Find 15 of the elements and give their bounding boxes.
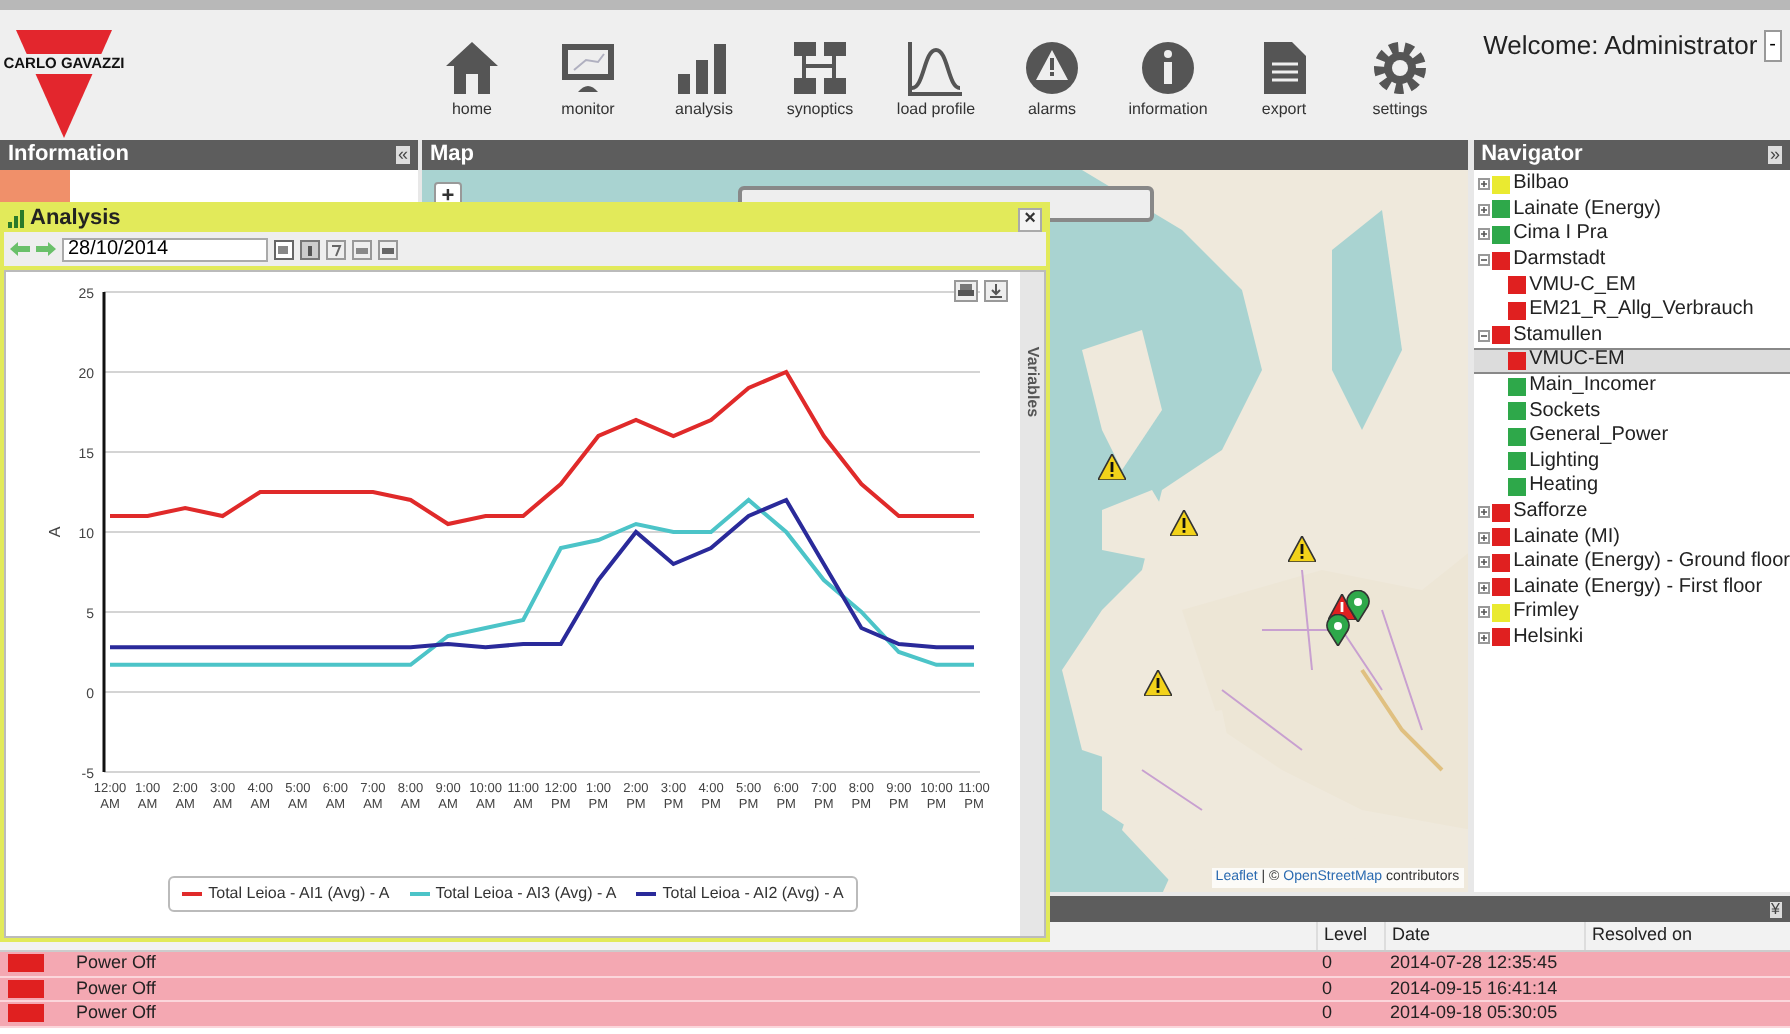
table-cell-text: 2014-09-18 05:30:05 bbox=[1388, 1000, 1560, 1026]
table-cell-text: 2014-09-15 16:41:14 bbox=[1388, 975, 1560, 1001]
panel-title: Navigator bbox=[1481, 140, 1583, 171]
table-cell-text: 0 bbox=[1320, 1000, 1335, 1026]
table-cell-text: Power Off bbox=[76, 975, 158, 1001]
table-cell-text: Power Off bbox=[76, 950, 158, 976]
table-cell-text: 0 bbox=[1320, 950, 1335, 976]
panel-title: Information bbox=[8, 140, 129, 171]
table-cell-text: 2014-07-28 12:35:45 bbox=[1388, 950, 1560, 976]
panel-title: Map bbox=[430, 140, 475, 171]
table-cell-text: Power Off bbox=[76, 1000, 158, 1026]
window-title: Analysis bbox=[30, 204, 121, 235]
welcome-text: Welcome: Administrator bbox=[1483, 28, 1758, 64]
y-axis-label: A bbox=[45, 526, 63, 538]
table-cell-text: 0 bbox=[1320, 975, 1335, 1001]
